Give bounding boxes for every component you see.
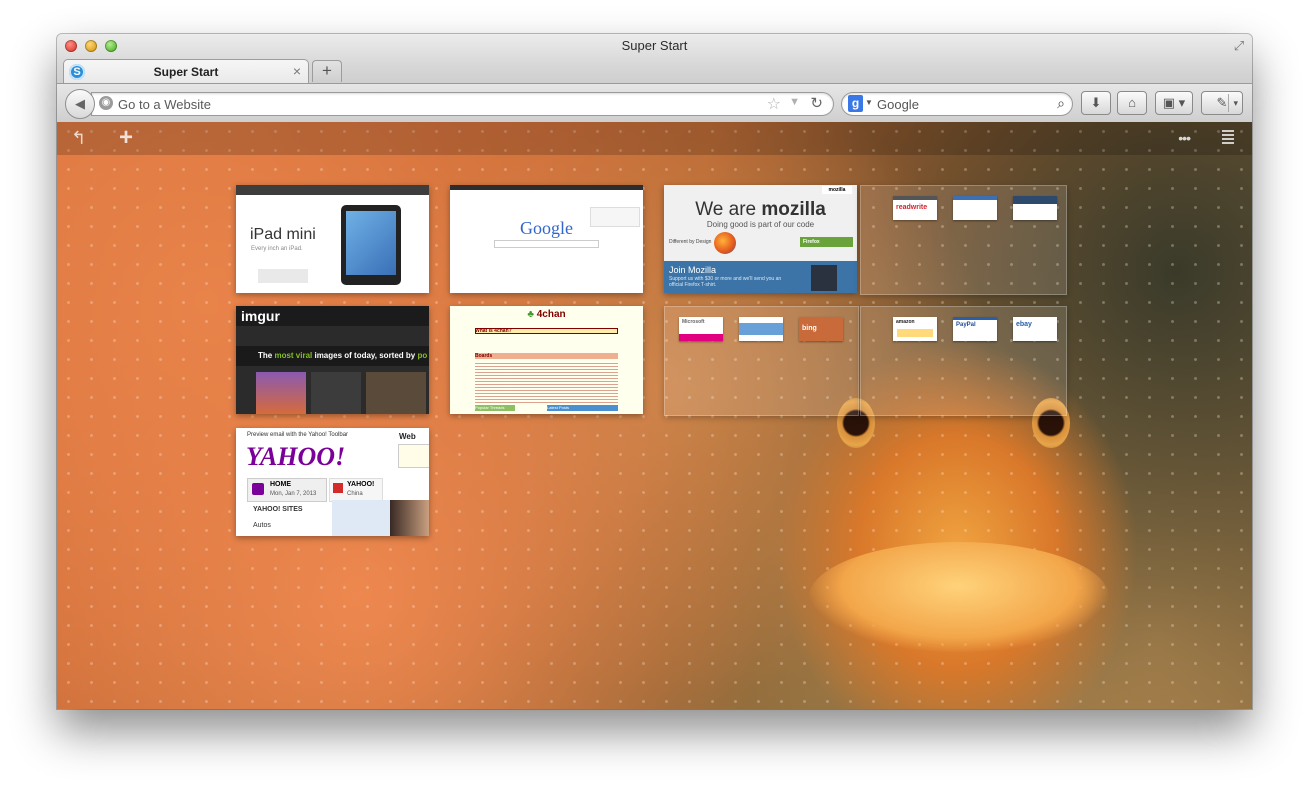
more-options-icon[interactable]: ••• <box>1178 130 1191 146</box>
yahoo-preview: Preview email with the Yahoo! Toolbar <box>247 432 349 438</box>
fourchan-latest: Latest Posts <box>547 405 618 411</box>
apple-headline: iPad mini <box>250 226 316 243</box>
browser-window: Super Start ⤢ S Super Start × + ◉ ☆ ▼ ↻ … <box>57 34 1252 709</box>
imgur-logo: imgur <box>241 308 280 324</box>
back-arrow-icon: ◀ <box>75 96 85 111</box>
download-button[interactable]: ⬇ <box>1081 91 1111 115</box>
yahoo-search-box <box>398 444 429 468</box>
tab-title: Super Start <box>153 65 219 79</box>
addon-separator <box>1228 94 1229 112</box>
fourchan-boards: Boards <box>475 353 618 359</box>
addon-button[interactable]: ✎ ▾ <box>1201 91 1243 115</box>
firefox-download-button: Firefox <box>800 237 853 247</box>
home-icon: ⌂ <box>1128 95 1136 110</box>
folder3-mini-amazon: amazon <box>893 317 937 341</box>
site-thumbnail-apple[interactable]: iPad mini Every inch an iPad. <box>236 185 429 293</box>
close-tab-icon[interactable]: × <box>293 63 301 79</box>
addon-icon: ✎ <box>1216 95 1228 110</box>
bookmark-star-icon[interactable]: ☆ <box>767 94 781 114</box>
url-input[interactable] <box>118 93 738 115</box>
mozilla-join-banner: Join Mozilla Support us with $30 or more… <box>664 261 857 293</box>
search-input[interactable] <box>877 93 1042 115</box>
firefox-logo-icon <box>714 232 736 254</box>
download-icon: ⬇ <box>1090 95 1102 110</box>
mozilla-headline: We are mozilla <box>695 199 826 220</box>
engine-dropdown-icon[interactable]: ▼ <box>865 98 873 107</box>
yahoo-featured-image <box>332 500 429 536</box>
add-site-icon[interactable]: + <box>119 124 133 152</box>
yahoo-china-tab: YAHOO! China <box>329 478 383 502</box>
folder3-mini-paypal: PayPal <box>953 317 997 341</box>
folder1-mini-readwrite: readwrite <box>893 196 937 220</box>
apple-nav-bar <box>236 185 429 195</box>
new-tab-button[interactable]: + <box>312 60 342 82</box>
window-title: Super Start <box>621 38 688 53</box>
mozilla-join-title: Join Mozilla <box>669 265 717 275</box>
site-thumbnail-imgur[interactable]: imgur The most viral images of today, so… <box>236 306 429 414</box>
search-bar[interactable]: g ▼ ⌕ <box>841 92 1073 116</box>
site-thumbnail-google[interactable]: Google <box>450 185 643 293</box>
magnifier-icon[interactable]: ⌕ <box>1057 95 1065 112</box>
folder3-mini-ebay: ebay <box>1013 317 1057 341</box>
mozilla-tagline: Doing good is part of our code <box>706 220 815 229</box>
imgur-image-3 <box>366 372 426 414</box>
navigation-bar: ◉ ☆ ▼ ↻ ◀ g ▼ ⌕ ⬇ ⌂ ▣ ▾ ✎ ▾ <box>57 83 1252 123</box>
fourchan-what: What is 4chan? <box>475 328 512 334</box>
return-arrow-icon[interactable]: ↰ <box>71 128 86 149</box>
google-bar <box>450 185 643 190</box>
site-thumbnail-4chan[interactable]: ♣ 4chan What is 4chan? Boards Popular Th… <box>450 306 643 414</box>
bookmarks-icon: ▣ ▾ <box>1162 95 1186 110</box>
imgur-image-1 <box>256 372 306 414</box>
fourchan-board-list <box>475 361 618 403</box>
folder-tile-3[interactable]: amazon PayPal ebay <box>860 306 1067 416</box>
mozilla-design: Different by Design <box>669 239 712 245</box>
yahoo-sites: YAHOO! SITES <box>253 506 303 513</box>
url-bar[interactable]: ◉ ☆ ▼ ↻ <box>91 92 834 116</box>
apple-subtitle: Every inch an iPad. <box>251 246 303 252</box>
globe-icon: ◉ <box>99 96 113 110</box>
list-menu-icon[interactable] <box>1222 130 1234 144</box>
folder1-mini-3 <box>1013 196 1057 220</box>
google-search-box <box>494 240 599 248</box>
folder2-mini-2 <box>739 317 783 341</box>
apple-promo-strip <box>258 269 308 283</box>
mozilla-join-text: Support us with $30 or more and we'll se… <box>669 276 782 288</box>
folder2-mini-bing: bing <box>799 317 843 341</box>
google-engine-icon[interactable]: g <box>848 95 863 112</box>
url-history-dropdown-icon[interactable]: ▼ <box>789 96 800 108</box>
fourchan-popular: Popular Threads <box>475 405 515 411</box>
folder1-mini-2 <box>953 196 997 220</box>
back-button[interactable]: ◀ <box>65 89 95 119</box>
clover-icon: ♣ <box>527 309 534 320</box>
imgur-banner: The most viral images of today, sorted b… <box>236 346 429 366</box>
yahoo-logo: YAHOO! <box>246 442 346 471</box>
addon-dropdown-icon[interactable]: ▾ <box>1233 92 1238 114</box>
site-thumbnail-yahoo[interactable]: Preview email with the Yahoo! Toolbar We… <box>236 428 429 536</box>
fish-lip-shape <box>809 542 1109 652</box>
yahoo-home-tab: HOME Mon, Jan 7, 2013 <box>247 478 327 502</box>
super-start-toolbar: ↰ + ••• <box>57 122 1252 155</box>
yahoo-autos: Autos <box>253 522 271 529</box>
fullscreen-icon[interactable]: ⤢ <box>1232 39 1246 53</box>
home-button[interactable]: ⌂ <box>1117 91 1147 115</box>
yahoo-web: Web <box>399 432 416 441</box>
reload-icon[interactable]: ↻ <box>810 94 823 112</box>
tshirt-image <box>811 265 837 291</box>
folder-tile-1[interactable]: readwrite <box>860 185 1067 295</box>
tab-super-start[interactable]: S Super Start × <box>63 59 309 84</box>
chrome-promo <box>590 207 640 227</box>
ipad-image <box>341 205 401 285</box>
folder-tile-2[interactable]: Microsoft bing <box>664 306 859 416</box>
fourchan-logo: ♣ 4chan <box>527 309 566 320</box>
bookmarks-button[interactable]: ▣ ▾ <box>1155 91 1193 115</box>
super-start-page: ↰ + ••• iPad mini Every inch an iPad. Go… <box>57 122 1252 709</box>
imgur-image-2 <box>311 372 361 414</box>
folder2-mini-microsoft: Microsoft <box>679 317 723 341</box>
mozilla-tab: mozilla <box>822 186 852 194</box>
site-thumbnail-mozilla[interactable]: mozilla We are mozilla Doing good is par… <box>664 185 857 293</box>
title-bar: Super Start ⤢ S Super Start × + <box>57 34 1252 90</box>
